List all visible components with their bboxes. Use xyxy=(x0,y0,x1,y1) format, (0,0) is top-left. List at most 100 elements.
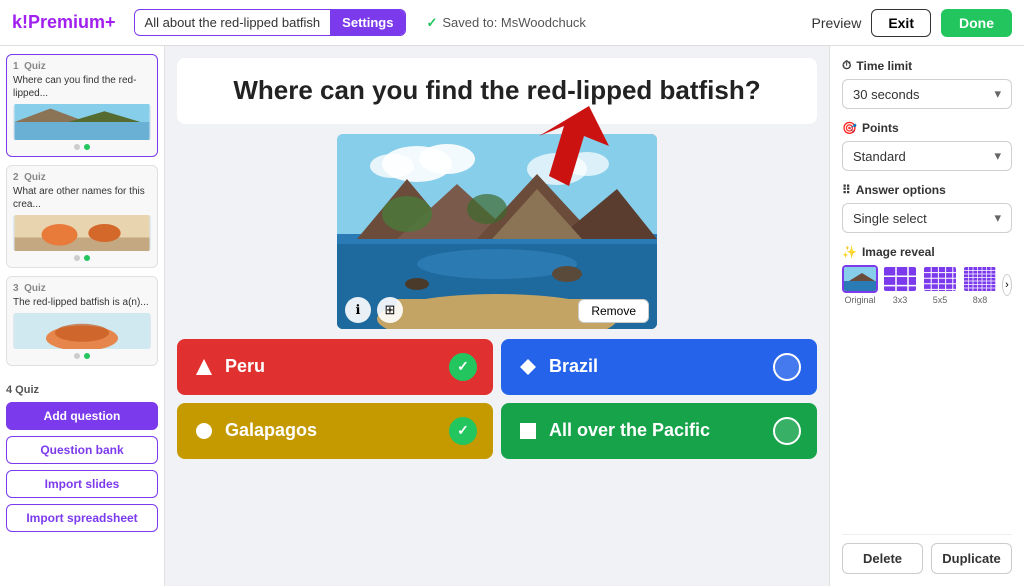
saved-indicator: ✓ Saved to: MsWoodchuck xyxy=(426,15,585,31)
quiz-item-2-title: What are other names for this crea... xyxy=(13,185,151,211)
reveal-icon: ✨ xyxy=(842,245,857,259)
header-right: Preview Exit Done xyxy=(812,9,1012,37)
preview-button[interactable]: Preview xyxy=(812,15,862,31)
points-select[interactable]: Standard ▾ xyxy=(842,141,1012,171)
square-icon xyxy=(517,420,539,442)
question-image: ℹ ⊞ Remove xyxy=(337,134,657,329)
checkmark-icon: ✓ xyxy=(457,358,469,375)
triangle-icon xyxy=(193,356,215,378)
image-reveal-row: Original 3x3 xyxy=(842,265,1012,305)
import-spreadsheet-button[interactable]: Import spreadsheet xyxy=(6,504,158,532)
reveal-thumb-3x3 xyxy=(882,265,918,293)
quiz-title: All about the red-lipped batfish xyxy=(135,11,331,34)
reveal-original[interactable]: Original xyxy=(842,265,878,305)
saved-text: Saved to: MsWoodchuck xyxy=(442,15,586,30)
dot-2 xyxy=(84,144,90,150)
chevron-down-icon-3: ▾ xyxy=(994,210,1001,226)
image-container: ℹ ⊞ Remove xyxy=(177,134,817,329)
add-question-button[interactable]: Add question xyxy=(6,402,158,430)
logo: k!Premium+ xyxy=(12,12,116,33)
quiz-item-3-title: The red-lipped batfish is a(n)... xyxy=(13,296,151,309)
answer-brazil-left: Brazil xyxy=(517,356,598,378)
pacific-check xyxy=(773,417,801,445)
grid-icon: ⠿ xyxy=(842,183,851,197)
check-icon: ✓ xyxy=(426,15,437,31)
peru-check: ✓ xyxy=(449,353,477,381)
image-reveal-options: Original 3x3 xyxy=(842,265,998,305)
answer-brazil[interactable]: Brazil xyxy=(501,339,817,395)
brazil-check xyxy=(773,353,801,381)
question-bank-button[interactable]: Question bank xyxy=(6,436,158,464)
reveal-3x3-label: 3x3 xyxy=(893,295,908,305)
reveal-5x5-label: 5x5 xyxy=(933,295,948,305)
add-section-label: 4 Quiz xyxy=(6,384,158,396)
content-area: Where can you find the red-lipped batfis… xyxy=(165,46,829,586)
settings-button[interactable]: Settings xyxy=(330,10,405,35)
circle-icon xyxy=(193,420,215,442)
sidebar: 1 Quiz Where can you find the red-lipped… xyxy=(0,46,165,586)
dot-5 xyxy=(74,353,80,359)
done-button[interactable]: Done xyxy=(941,9,1012,37)
answer-options-value: Single select xyxy=(853,211,927,226)
exit-button[interactable]: Exit xyxy=(871,9,931,37)
time-limit-select[interactable]: 30 seconds ▾ xyxy=(842,79,1012,109)
sidebar-bottom: 4 Quiz Add question Question bank Import… xyxy=(6,374,158,538)
quiz-item-1-dots xyxy=(13,144,151,150)
image-controls: ℹ ⊞ xyxy=(345,297,403,323)
reveal-original-label: Original xyxy=(844,295,875,305)
header: k!Premium+ All about the red-lipped batf… xyxy=(0,0,1024,46)
dot-1 xyxy=(74,144,80,150)
dot-4 xyxy=(84,255,90,261)
time-limit-label: ⏱ Time limit xyxy=(842,58,1012,73)
reveal-thumb-original xyxy=(842,265,878,293)
answer-peru-left: Peru xyxy=(193,356,265,378)
time-limit-section: ⏱ Time limit 30 seconds ▾ xyxy=(842,58,1012,109)
quiz-item-2-thumb xyxy=(13,215,151,251)
answer-galapagos[interactable]: Galapagos ✓ xyxy=(177,403,493,459)
quiz-item-1-title: Where can you find the red-lipped... xyxy=(13,74,151,100)
points-icon: 🎯 xyxy=(842,121,857,135)
image-reveal-label: ✨ Image reveal xyxy=(842,245,1012,259)
import-slides-button[interactable]: Import slides xyxy=(6,470,158,498)
answer-pacific[interactable]: All over the Pacific xyxy=(501,403,817,459)
answer-options-section: ⠿ Answer options Single select ▾ xyxy=(842,183,1012,233)
answer-galapagos-label: Galapagos xyxy=(225,420,317,441)
reveal-3x3[interactable]: 3x3 xyxy=(882,265,918,305)
sidebar-item-2[interactable]: 2 Quiz What are other names for this cre… xyxy=(6,165,158,268)
panel-bottom: Delete Duplicate xyxy=(842,534,1012,574)
remove-image-button[interactable]: Remove xyxy=(578,299,649,323)
answer-options-label: ⠿ Answer options xyxy=(842,183,1012,197)
reveal-8x8-label: 8x8 xyxy=(973,295,988,305)
quiz-item-1-label: 1 Quiz xyxy=(13,61,151,72)
reveal-thumb-8x8 xyxy=(962,265,998,293)
question-text: Where can you find the red-lipped batfis… xyxy=(233,75,760,105)
main-layout: 1 Quiz Where can you find the red-lipped… xyxy=(0,46,1024,586)
answers-grid: Peru ✓ Brazil xyxy=(177,339,817,459)
sidebar-item-1[interactable]: 1 Quiz Where can you find the red-lipped… xyxy=(6,54,158,157)
image-crop-button[interactable]: ⊞ xyxy=(377,297,403,323)
answer-peru-label: Peru xyxy=(225,356,265,377)
sidebar-item-3[interactable]: 3 Quiz The red-lipped batfish is a(n)... xyxy=(6,276,158,366)
answer-peru[interactable]: Peru ✓ xyxy=(177,339,493,395)
image-reveal-section: ✨ Image reveal Original xyxy=(842,245,1012,305)
image-info-button[interactable]: ℹ xyxy=(345,297,371,323)
dot-3 xyxy=(74,255,80,261)
clock-icon: ⏱ xyxy=(842,58,851,73)
diamond-icon xyxy=(517,356,539,378)
reveal-next-button[interactable]: › xyxy=(1002,274,1012,296)
reveal-5x5[interactable]: 5x5 xyxy=(922,265,958,305)
delete-button[interactable]: Delete xyxy=(842,543,923,574)
quiz-item-1-thumb xyxy=(13,104,151,140)
chevron-down-icon-2: ▾ xyxy=(994,148,1001,164)
quiz-item-2-label: 2 Quiz xyxy=(13,172,151,183)
reveal-thumb-5x5 xyxy=(922,265,958,293)
quiz-item-3-label: 3 Quiz xyxy=(13,283,151,294)
checkmark-icon-2: ✓ xyxy=(457,422,469,439)
chevron-down-icon: ▾ xyxy=(994,86,1001,102)
answer-brazil-label: Brazil xyxy=(549,356,598,377)
points-section: 🎯 Points Standard ▾ xyxy=(842,121,1012,171)
duplicate-button[interactable]: Duplicate xyxy=(931,543,1012,574)
answer-options-select[interactable]: Single select ▾ xyxy=(842,203,1012,233)
reveal-8x8[interactable]: 8x8 xyxy=(962,265,998,305)
galapagos-check: ✓ xyxy=(449,417,477,445)
